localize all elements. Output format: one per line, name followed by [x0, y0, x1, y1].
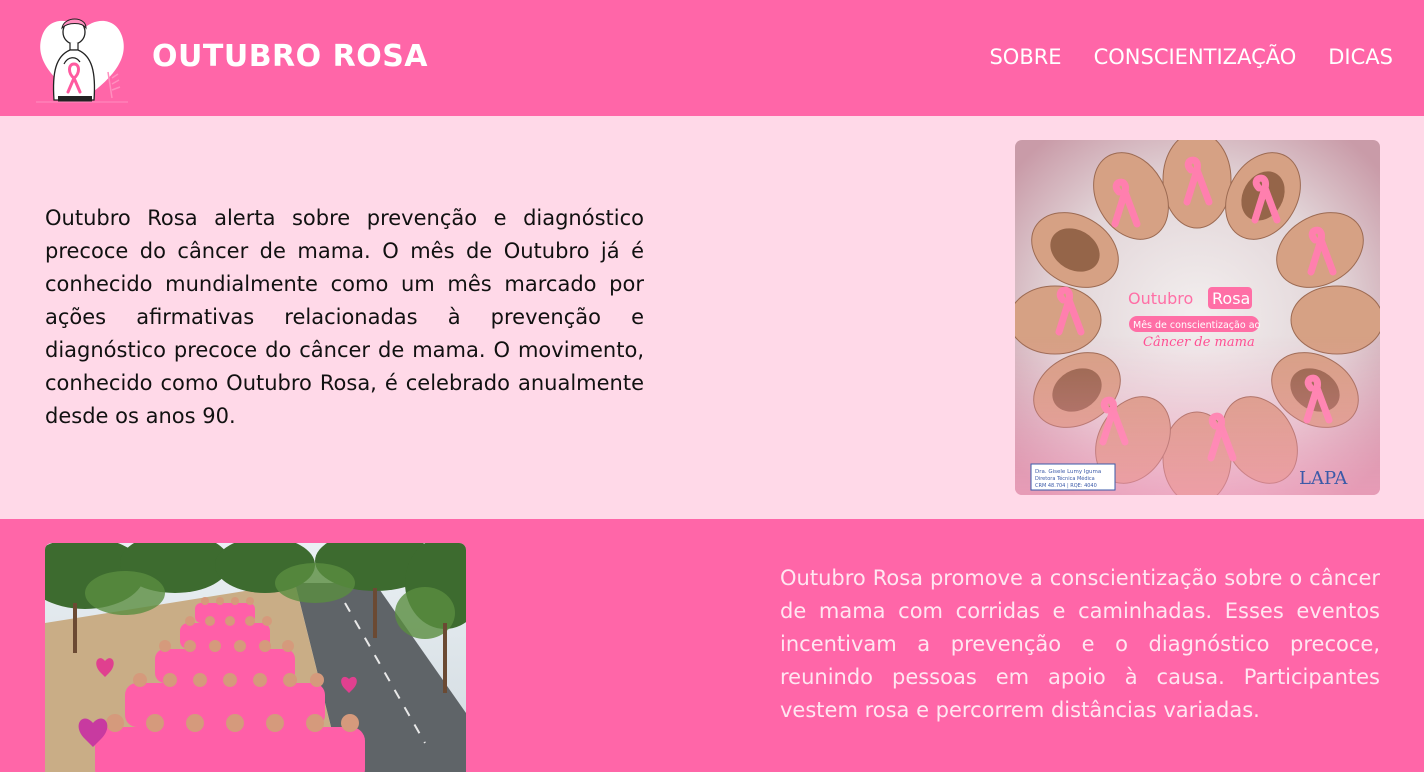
image-script-line: Câncer de mama — [1143, 335, 1255, 350]
site-header: OUTUBRO ROSA SOBRE CONSCIENTIZAÇÃO DICAS — [0, 0, 1424, 116]
events-text: Outubro Rosa promove a conscientização s… — [780, 566, 1380, 722]
outubro-rosa-logo-icon[interactable] — [34, 12, 130, 104]
image-title-outubro: Outubro — [1128, 289, 1193, 308]
lab-logo: LAPA — [1299, 468, 1348, 489]
image-title-rosa: Rosa — [1212, 289, 1250, 308]
events-section: Outubro Rosa promove a conscientização s… — [0, 519, 1424, 772]
site-title: OUTUBRO ROSA — [152, 39, 429, 74]
image-subtitle: Mês de conscientização ao — [1133, 320, 1261, 331]
nav-link-conscientizacao[interactable]: CONSCIENTIZAÇÃO — [1094, 40, 1297, 74]
doctor-role: Diretora Técnica Médica — [1035, 475, 1095, 482]
pink-walk-image — [45, 543, 466, 772]
doctor-name: Dra. Gisele Lumy Iguma — [1035, 469, 1101, 475]
ribbon-hands-image: Outubro Rosa Mês de conscientização ao C… — [1015, 140, 1380, 495]
main-nav: SOBRE CONSCIENTIZAÇÃO DICAS — [989, 40, 1393, 74]
nav-link-dicas[interactable]: DICAS — [1328, 40, 1393, 74]
about-section: Outubro Rosa alerta sobre prevenção e di… — [0, 116, 1424, 519]
about-text: Outubro Rosa alerta sobre prevenção e di… — [45, 206, 644, 428]
doctor-crm: CRM 48.704 | RQE: 4040 — [1035, 483, 1097, 489]
nav-link-sobre[interactable]: SOBRE — [989, 40, 1061, 74]
